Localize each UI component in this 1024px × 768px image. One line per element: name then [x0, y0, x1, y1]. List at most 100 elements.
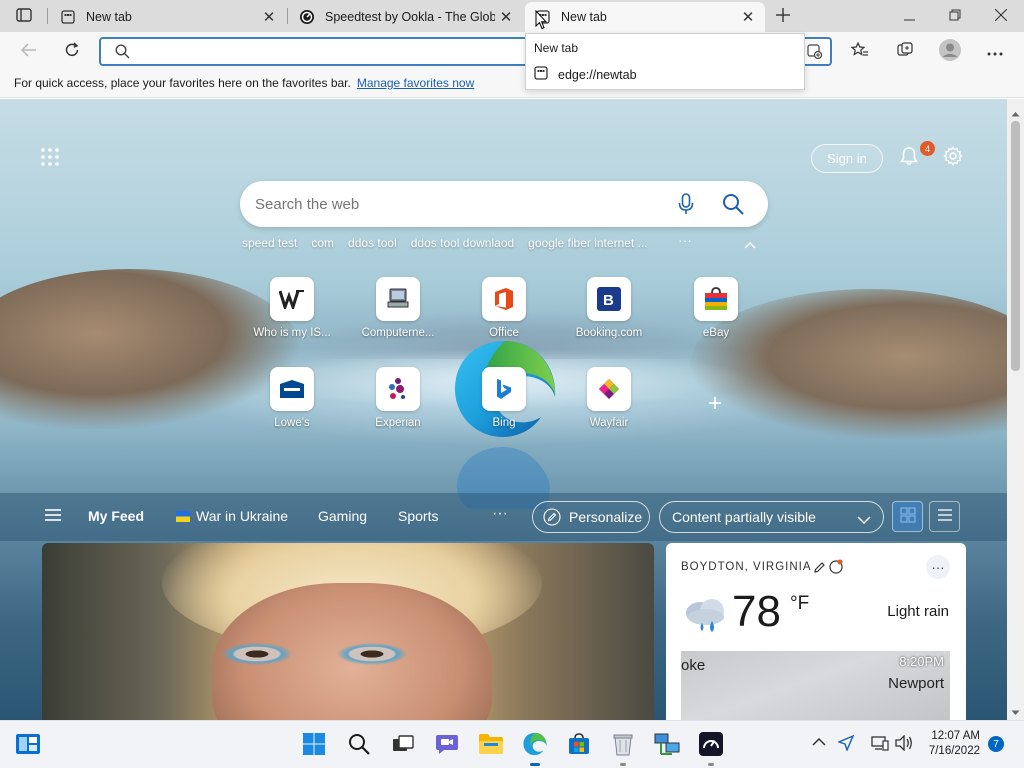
trending-item[interactable]: google fiber internet ... [528, 236, 647, 250]
favorites-button[interactable] [845, 36, 875, 66]
feed-tab-war-in-ukraine[interactable]: War in Ukraine [176, 508, 288, 524]
hamburger-menu-icon[interactable] [44, 508, 62, 525]
volume-icon[interactable] [895, 734, 913, 754]
tooltip-url: edge://newtab [558, 68, 637, 82]
network-status-icon[interactable] [871, 735, 889, 754]
page-settings-button[interactable] [943, 146, 967, 170]
minimize-button[interactable] [886, 0, 932, 32]
back-button[interactable] [14, 36, 44, 66]
pencil-icon [543, 508, 561, 526]
news-image-eye [337, 643, 407, 665]
content-visibility-dropdown[interactable]: Content partially visible [659, 501, 884, 533]
quicklink-ebay[interactable]: eBay [671, 277, 761, 357]
location-arrow-icon[interactable] [837, 734, 855, 754]
quicklink-experian[interactable]: Experian [353, 367, 443, 447]
tab-close-icon[interactable]: ✕ [737, 6, 759, 28]
scroll-down-arrow-icon[interactable] [1011, 704, 1020, 719]
profile-button[interactable] [935, 36, 965, 66]
quicklink-lowes[interactable]: Lowe's [247, 367, 337, 447]
newtab-page-icon [60, 9, 76, 25]
chevron-down-icon [857, 512, 871, 528]
weather-card[interactable]: BOYDTON, VIRGINIA ··· 78 °F Light rain o… [666, 543, 966, 720]
speedtest-app-button[interactable] [697, 731, 725, 766]
news-card-hero-image[interactable] [42, 543, 654, 720]
collapse-chevron-icon[interactable] [744, 237, 756, 252]
web-search-input[interactable] [255, 193, 635, 215]
edit-location-icon[interactable] [813, 559, 843, 578]
list-layout-button[interactable] [929, 501, 960, 532]
show-hidden-icons-chevron-up-icon[interactable] [812, 735, 826, 750]
start-button[interactable] [300, 731, 328, 759]
search-icon[interactable] [722, 193, 744, 218]
new-tab-button[interactable] [770, 4, 796, 28]
whoismyisp-icon [270, 277, 314, 321]
task-view-button[interactable] [389, 731, 417, 759]
trending-item[interactable]: ddos tool downlaod [411, 236, 514, 250]
bell-icon [899, 147, 919, 169]
sign-in-button[interactable]: Sign in [811, 144, 883, 173]
quicklink-label: Experian [375, 417, 421, 429]
settings-and-more-button[interactable] [980, 36, 1010, 66]
system-clock[interactable]: 12:07 AM 7/16/2022 [925, 729, 980, 759]
wayfair-icon [587, 367, 631, 411]
quicklink-whoismyisp[interactable]: Who is my IS... [247, 277, 337, 357]
tab-actions-menu-button[interactable] [8, 5, 40, 27]
feed-tab-gaming[interactable]: Gaming [318, 508, 367, 524]
feed-tab-my-feed[interactable]: My Feed [88, 508, 144, 524]
restore-button[interactable] [932, 0, 978, 32]
microphone-icon[interactable] [678, 193, 694, 218]
quicklink-computernetworking[interactable]: Computerne... [353, 277, 443, 357]
refresh-button[interactable] [57, 36, 87, 66]
scroll-up-arrow-icon[interactable] [1011, 105, 1020, 120]
quicklink-label: Lowe's [274, 417, 310, 429]
edge-icon [523, 732, 547, 759]
feed-tab-sports[interactable]: Sports [398, 508, 438, 524]
file-explorer-button[interactable] [477, 731, 505, 759]
tab-title: New tab [86, 10, 132, 24]
tab-new-tab-active[interactable]: New tab ✕ [525, 2, 765, 32]
weather-more-button[interactable]: ··· [926, 555, 950, 579]
rain-cloud-icon [682, 595, 728, 640]
add-to-favorites-icon[interactable] [806, 43, 823, 62]
network-computers-icon [654, 732, 680, 759]
lowes-icon [270, 367, 314, 411]
browser-toolbar [0, 32, 1024, 70]
store-button[interactable] [565, 731, 593, 759]
quicklink-wayfair[interactable]: Wayfair [564, 367, 654, 447]
tab-speedtest[interactable]: Speedtest by Ookla - The Global Broadban… [289, 2, 523, 32]
collections-button[interactable] [890, 36, 920, 66]
web-search-box[interactable] [240, 181, 768, 227]
page-scrollbar[interactable] [1007, 99, 1024, 720]
scrollbar-thumb[interactable] [1011, 121, 1020, 371]
app-launcher-button[interactable] [40, 147, 64, 171]
news-image-eye [222, 643, 292, 665]
clock-time: 12:07 AM [931, 730, 980, 742]
address-input[interactable] [141, 42, 521, 62]
feed-more-button[interactable]: ··· [492, 505, 508, 523]
teams-chat-button[interactable] [433, 731, 461, 759]
close-window-button[interactable] [978, 0, 1024, 32]
trending-item[interactable]: com [311, 236, 334, 250]
edge-taskbar-button[interactable] [521, 731, 549, 766]
tab-close-icon[interactable]: ✕ [495, 6, 517, 28]
tab-new-tab-1[interactable]: New tab ✕ [50, 2, 286, 32]
grid-layout-button[interactable] [892, 501, 923, 532]
recycle-bin-button[interactable] [609, 731, 637, 766]
trending-item[interactable]: ddos tool [348, 236, 397, 250]
windows-logo-icon [303, 732, 325, 758]
bing-icon [482, 367, 526, 411]
widgets-button[interactable] [14, 731, 42, 759]
taskbar-search-button[interactable] [345, 731, 373, 759]
network-app-button[interactable] [653, 731, 681, 759]
search-icon [115, 44, 130, 62]
add-site-plus-icon[interactable]: + [700, 389, 730, 419]
weather-radar-map[interactable]: oke 8:20PM Newport [681, 651, 950, 720]
personalize-button[interactable]: Personalize [532, 501, 650, 533]
notification-center-badge[interactable]: 7 [988, 736, 1004, 752]
trending-item[interactable]: speed test [242, 236, 297, 250]
quicklink-booking[interactable]: B Booking.com [564, 277, 654, 357]
weather-unit[interactable]: °F [790, 593, 809, 615]
manage-favorites-link[interactable]: Manage favorites now [357, 76, 474, 90]
tab-close-icon[interactable]: ✕ [258, 6, 280, 28]
trending-more-button[interactable]: ··· [678, 232, 692, 248]
